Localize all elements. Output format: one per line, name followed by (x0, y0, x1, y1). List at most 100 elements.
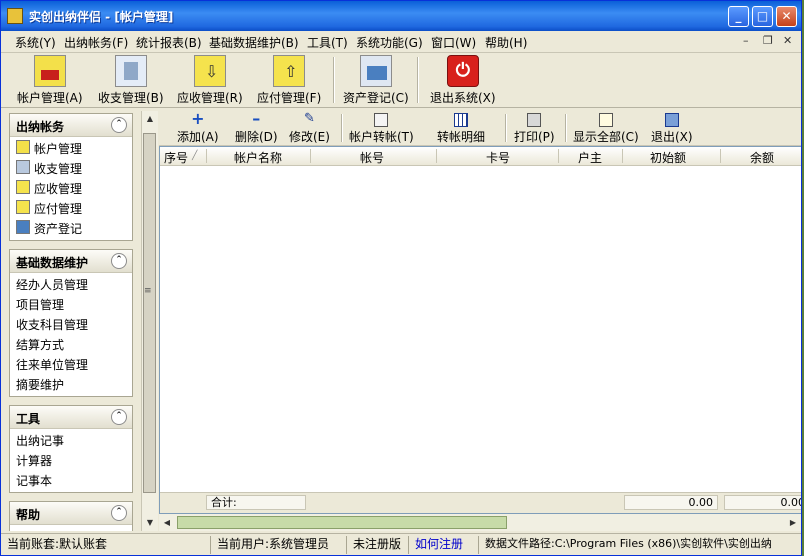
status-registration: 未注册版 (349, 536, 409, 554)
nav-item-income-expense[interactable]: 收支管理 (10, 157, 132, 177)
collapse-icon[interactable]: ⌃ (111, 117, 127, 133)
nav-item-calculator[interactable]: 计算器 (10, 449, 132, 469)
app-icon (7, 8, 23, 24)
menu-tools[interactable]: 工具(T) (307, 34, 348, 51)
status-bar: 当前账套:默认账套 当前用户:系统管理员 未注册版 如何注册 数据文件路径:C:… (1, 533, 801, 555)
column-header-initial-amount[interactable]: 初始额 (650, 149, 686, 166)
sort-indicator-icon: ╱ (192, 151, 198, 161)
window-title: 实创出纳伴侣 - [帐户管理] (29, 10, 174, 24)
table-header: 序号 ╱ 帐户名称 帐号 卡号 户主 初始额 余额 (160, 147, 801, 166)
group-cashier: 出纳帐务 ⌃ 帐户管理 收支管理 应收管理 应付管理 资产登记 (9, 113, 133, 241)
nav-item-assets[interactable]: 资产登记 (10, 217, 132, 237)
nav-item-settlement[interactable]: 结算方式 (10, 333, 132, 353)
exit-system-button[interactable]: ⏻ 退出系统(X) (430, 55, 496, 106)
group-cashier-header[interactable]: 出纳帐务 ⌃ (10, 114, 132, 137)
nav-item-summary[interactable]: 摘要维护 (10, 373, 132, 393)
table-footer: 合计: 0.00 0.00 (160, 492, 801, 513)
payables-button[interactable]: ⇧ 应付管理(F) (257, 55, 321, 106)
menu-system[interactable]: 系统(Y) (15, 34, 56, 51)
maximize-button[interactable]: □ (752, 6, 773, 27)
exit-door-icon (664, 113, 679, 127)
minimize-button[interactable]: _ (728, 6, 749, 27)
menu-reports[interactable]: 统计报表(B) (136, 34, 202, 51)
close-button[interactable]: ✕ (776, 6, 797, 27)
menu-help[interactable]: 帮助(H) (485, 34, 527, 51)
accounts-table[interactable]: 序号 ╱ 帐户名称 帐号 卡号 户主 初始额 余额 合计: 0.00 0.00 (159, 146, 801, 514)
mdi-restore-icon[interactable]: ❐ (763, 34, 773, 47)
horizontal-scroll-thumb[interactable] (177, 516, 507, 529)
group-basic-data: 基础数据维护 ⌃ 经办人员管理 项目管理 收支科目管理 结算方式 往来单位管理 … (9, 249, 133, 397)
column-header-card-number[interactable]: 卡号 (486, 149, 510, 166)
receivables-button[interactable]: ⇩ 应收管理(R) (177, 55, 243, 106)
nav-item-partners[interactable]: 往来单位管理 (10, 353, 132, 373)
power-icon: ⏻ (446, 55, 479, 87)
account-transfer-button[interactable]: 帐户转帐(T) (349, 113, 414, 145)
account-management-button[interactable]: 帐户管理(A) (17, 55, 83, 106)
toolbar-separator (505, 114, 507, 142)
nav-item-staff[interactable]: 经办人员管理 (10, 273, 132, 293)
status-data-path: 数据文件路径:C:\Program Files (x86)\实创软件\实创出纳 (485, 537, 772, 550)
print-button[interactable]: 打印(P) (514, 113, 555, 145)
pen-icon: ✎ (304, 111, 315, 126)
column-header-owner[interactable]: 户主 (578, 149, 602, 166)
app-window: 实创出纳伴侣 - [帐户管理] _ □ ✕ 系统(Y) 出纳帐务(F) 统计报表… (0, 0, 802, 556)
asset-register-button[interactable]: 资产登记(C) (343, 55, 409, 106)
nav-item-receivables[interactable]: 应收管理 (10, 177, 132, 197)
scroll-left-icon[interactable]: ◀ (159, 514, 175, 531)
income-expense-button[interactable]: 收支管理(B) (98, 55, 164, 106)
minus-icon: – (252, 109, 261, 128)
scroll-thumb[interactable] (143, 133, 156, 493)
group-tools-header[interactable]: 工具 ⌃ (10, 406, 132, 429)
add-button[interactable]: + 添加(A) (177, 109, 219, 145)
edit-button[interactable]: ✎ 修改(E) (289, 111, 330, 145)
column-header-balance[interactable]: 余额 (750, 149, 774, 166)
collapse-icon[interactable]: ⌃ (111, 253, 127, 269)
menu-cashier[interactable]: 出纳帐务(F) (64, 34, 128, 51)
menu-basic-data[interactable]: 基础数据维护(B) (209, 34, 299, 51)
status-user: 当前用户:系统管理员 (213, 536, 347, 554)
nav-item-notes[interactable]: 出纳记事 (10, 429, 132, 449)
column-header-account-name[interactable]: 帐户名称 (234, 149, 282, 166)
table-horizontal-scrollbar[interactable]: ◀ ▶ (159, 514, 801, 531)
column-header-index[interactable]: 序号 (164, 149, 188, 166)
splitter-grip-icon[interactable]: ≡ (144, 286, 152, 296)
toolbar-separator (417, 57, 419, 103)
mdi-minimize-icon[interactable]: – (743, 34, 749, 47)
scroll-right-icon[interactable]: ▶ (785, 514, 801, 531)
initial-total: 0.00 (624, 495, 718, 510)
balance-total: 0.00 (724, 495, 801, 510)
exit-button[interactable]: 退出(X) (651, 113, 693, 145)
nav-item-account[interactable]: 帐户管理 (10, 137, 132, 157)
title-bar[interactable]: 实创出纳伴侣 - [帐户管理] _ □ ✕ (1, 1, 801, 31)
status-account-set: 当前账套:默认账套 (3, 536, 211, 554)
ledger-icon (16, 140, 30, 154)
asset-icon (16, 220, 30, 234)
scroll-up-icon[interactable]: ▲ (142, 111, 158, 127)
nav-item-projects[interactable]: 项目管理 (10, 293, 132, 313)
document-icon (598, 113, 613, 127)
collapse-icon[interactable]: ⌃ (111, 409, 127, 425)
menu-system-functions[interactable]: 系统功能(G) (356, 34, 423, 51)
grid-icon (454, 113, 468, 127)
navigation-scrollbar[interactable]: ▲ ≡ ▼ (141, 111, 158, 531)
nav-item-payables[interactable]: 应付管理 (10, 197, 132, 217)
menu-bar: 系统(Y) 出纳帐务(F) 统计报表(B) 基础数据维护(B) 工具(T) 系统… (1, 31, 801, 53)
transfer-details-button[interactable]: 转帐明细 (437, 113, 485, 145)
delete-button[interactable]: – 删除(D) (235, 109, 278, 145)
column-header-account-number[interactable]: 帐号 (360, 149, 384, 166)
mdi-close-icon[interactable]: ✕ (783, 34, 792, 47)
receivable-down-icon (16, 180, 30, 194)
register-link[interactable]: 如何注册 (411, 536, 479, 554)
plus-icon: + (191, 109, 205, 128)
toolbar-separator (341, 114, 343, 142)
group-basic-data-header[interactable]: 基础数据维护 ⌃ (10, 250, 132, 273)
scroll-down-icon[interactable]: ▼ (142, 515, 158, 531)
calculator-icon (114, 55, 147, 87)
show-all-button[interactable]: 显示全部(C) (573, 113, 639, 145)
nav-item-subjects[interactable]: 收支科目管理 (10, 313, 132, 333)
menu-window[interactable]: 窗口(W) (431, 34, 476, 51)
nav-item-notepad[interactable]: 记事本 (10, 469, 132, 489)
collapse-icon[interactable]: ⌃ (111, 505, 127, 521)
calculator-icon (16, 160, 30, 174)
group-help-header[interactable]: 帮助 ⌃ (10, 502, 132, 525)
